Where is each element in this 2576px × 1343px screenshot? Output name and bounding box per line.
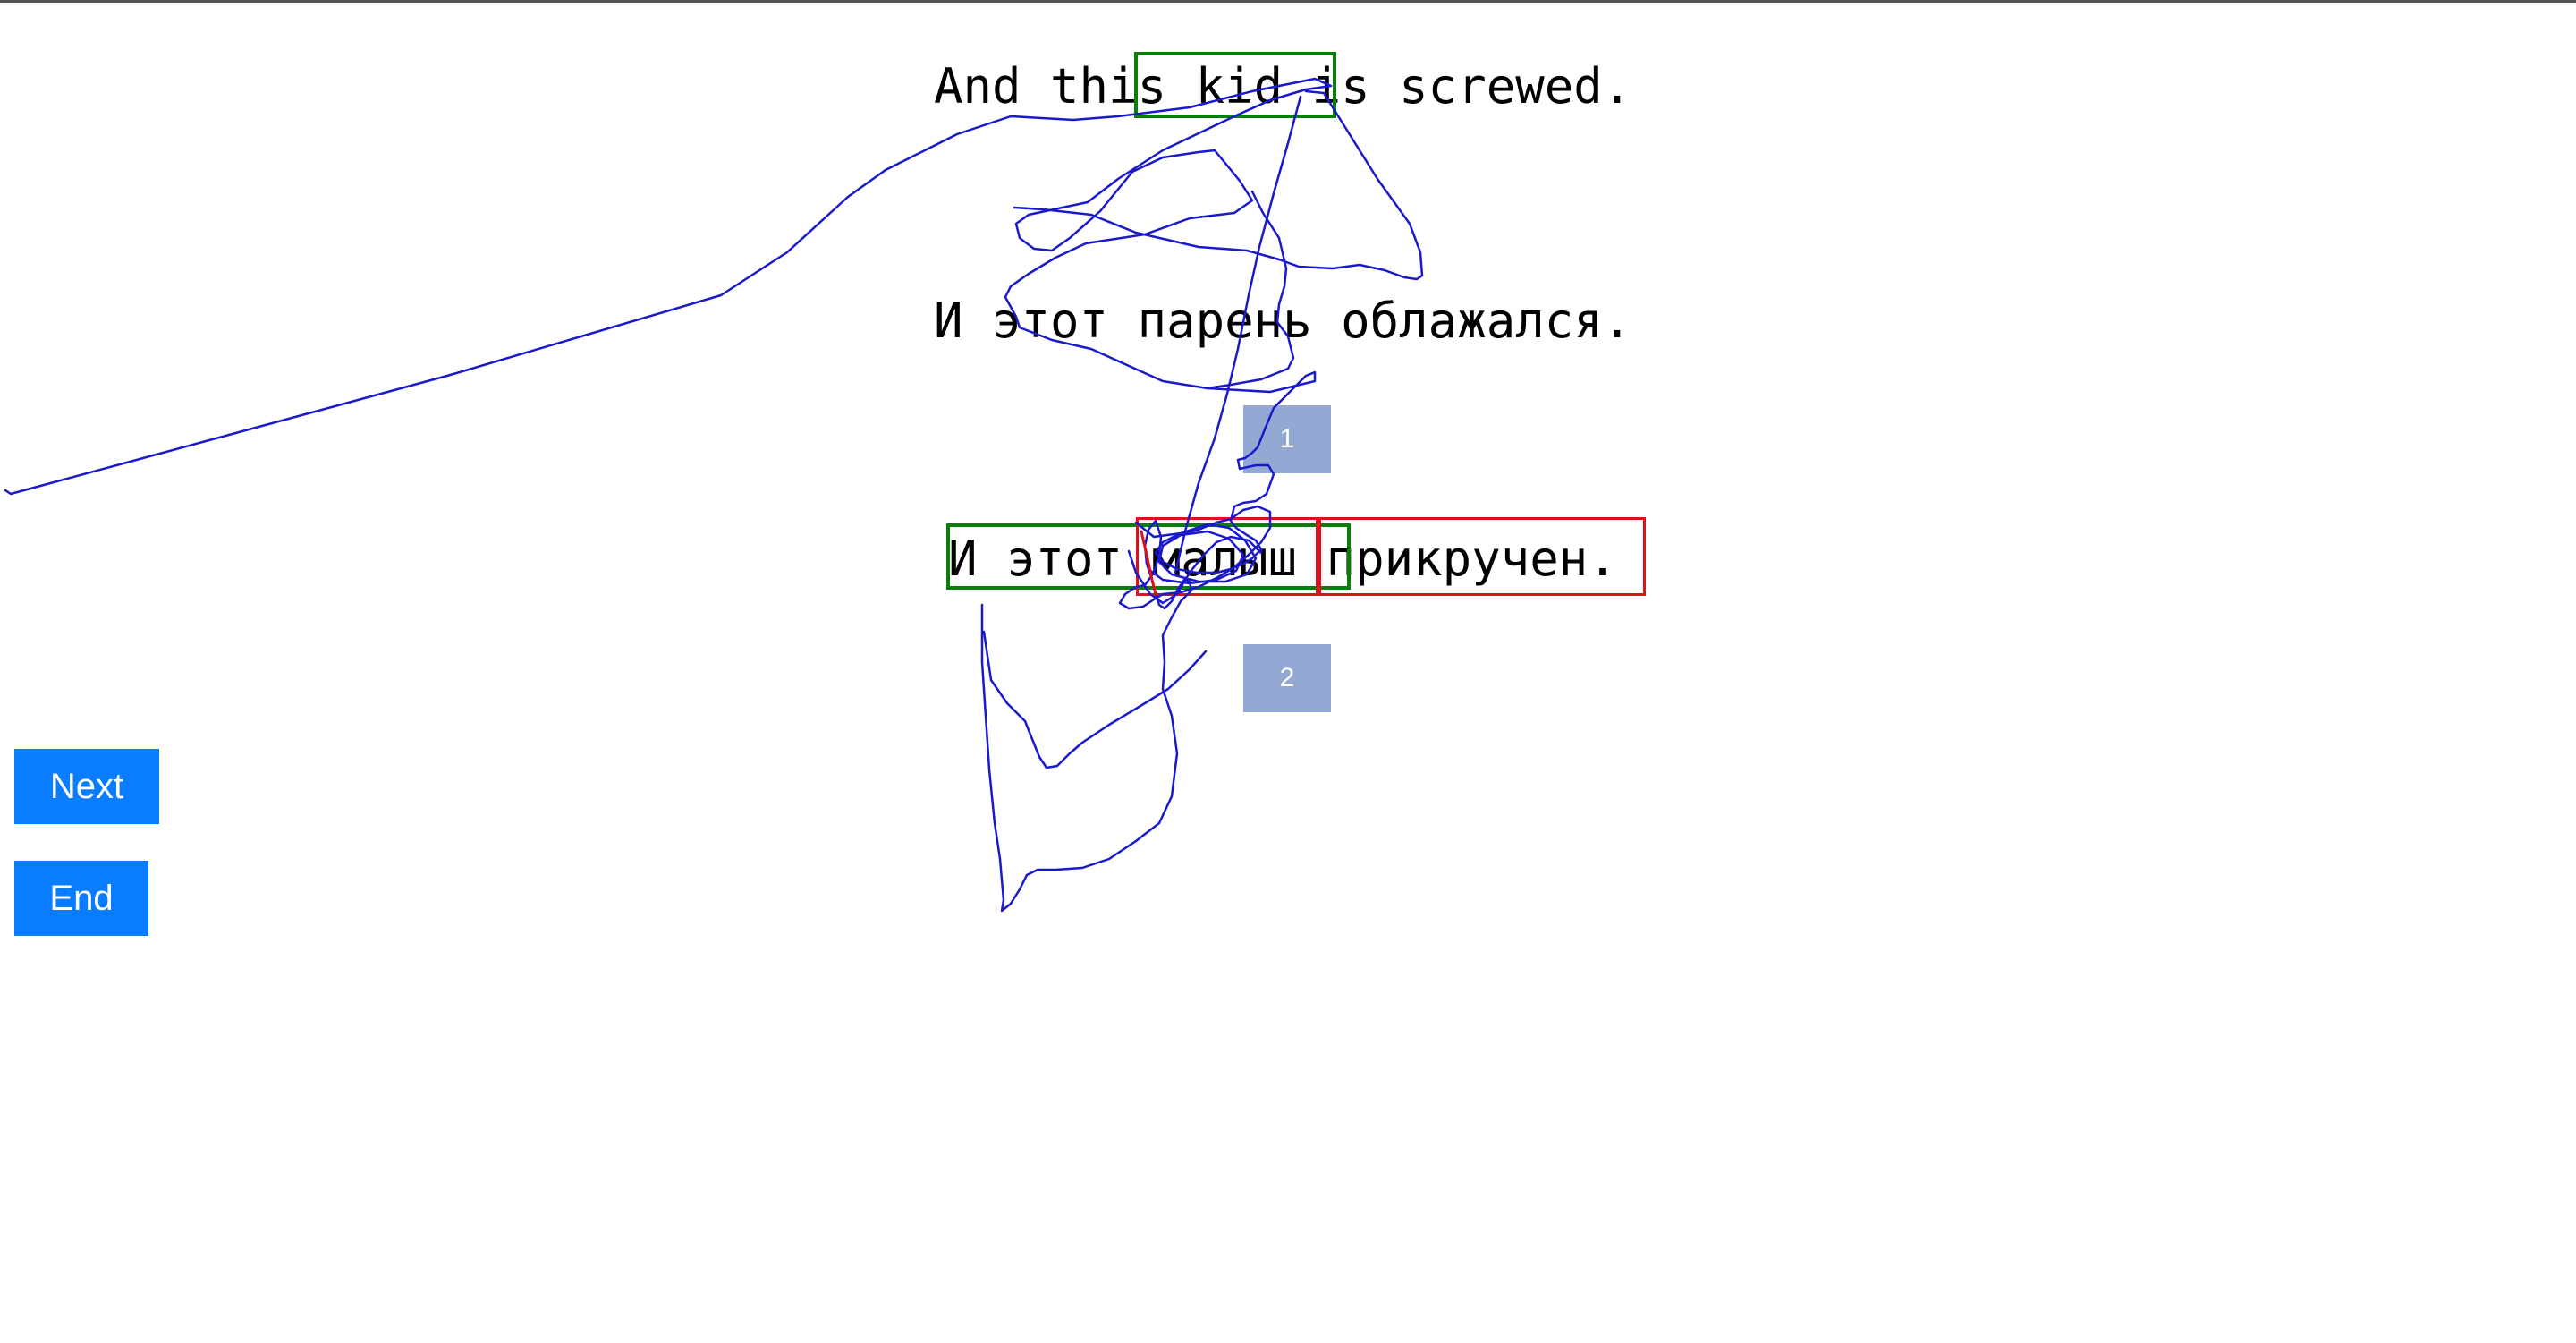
rank-badge-2[interactable]: 2 xyxy=(1243,644,1331,712)
pen-stroke-lower-loop xyxy=(982,630,1208,769)
top-rule xyxy=(0,0,2576,3)
end-button[interactable]: End xyxy=(14,861,148,936)
source-highlight-box xyxy=(1134,52,1336,118)
next-button[interactable]: Next xyxy=(14,749,159,824)
pen-stroke-main xyxy=(4,77,1333,913)
rank-badge-1[interactable]: 1 xyxy=(1243,405,1331,473)
reference-sentence: И этот парень облажался. xyxy=(934,293,1632,349)
error-box-1 xyxy=(1136,517,1318,596)
error-box-2 xyxy=(1318,517,1646,596)
